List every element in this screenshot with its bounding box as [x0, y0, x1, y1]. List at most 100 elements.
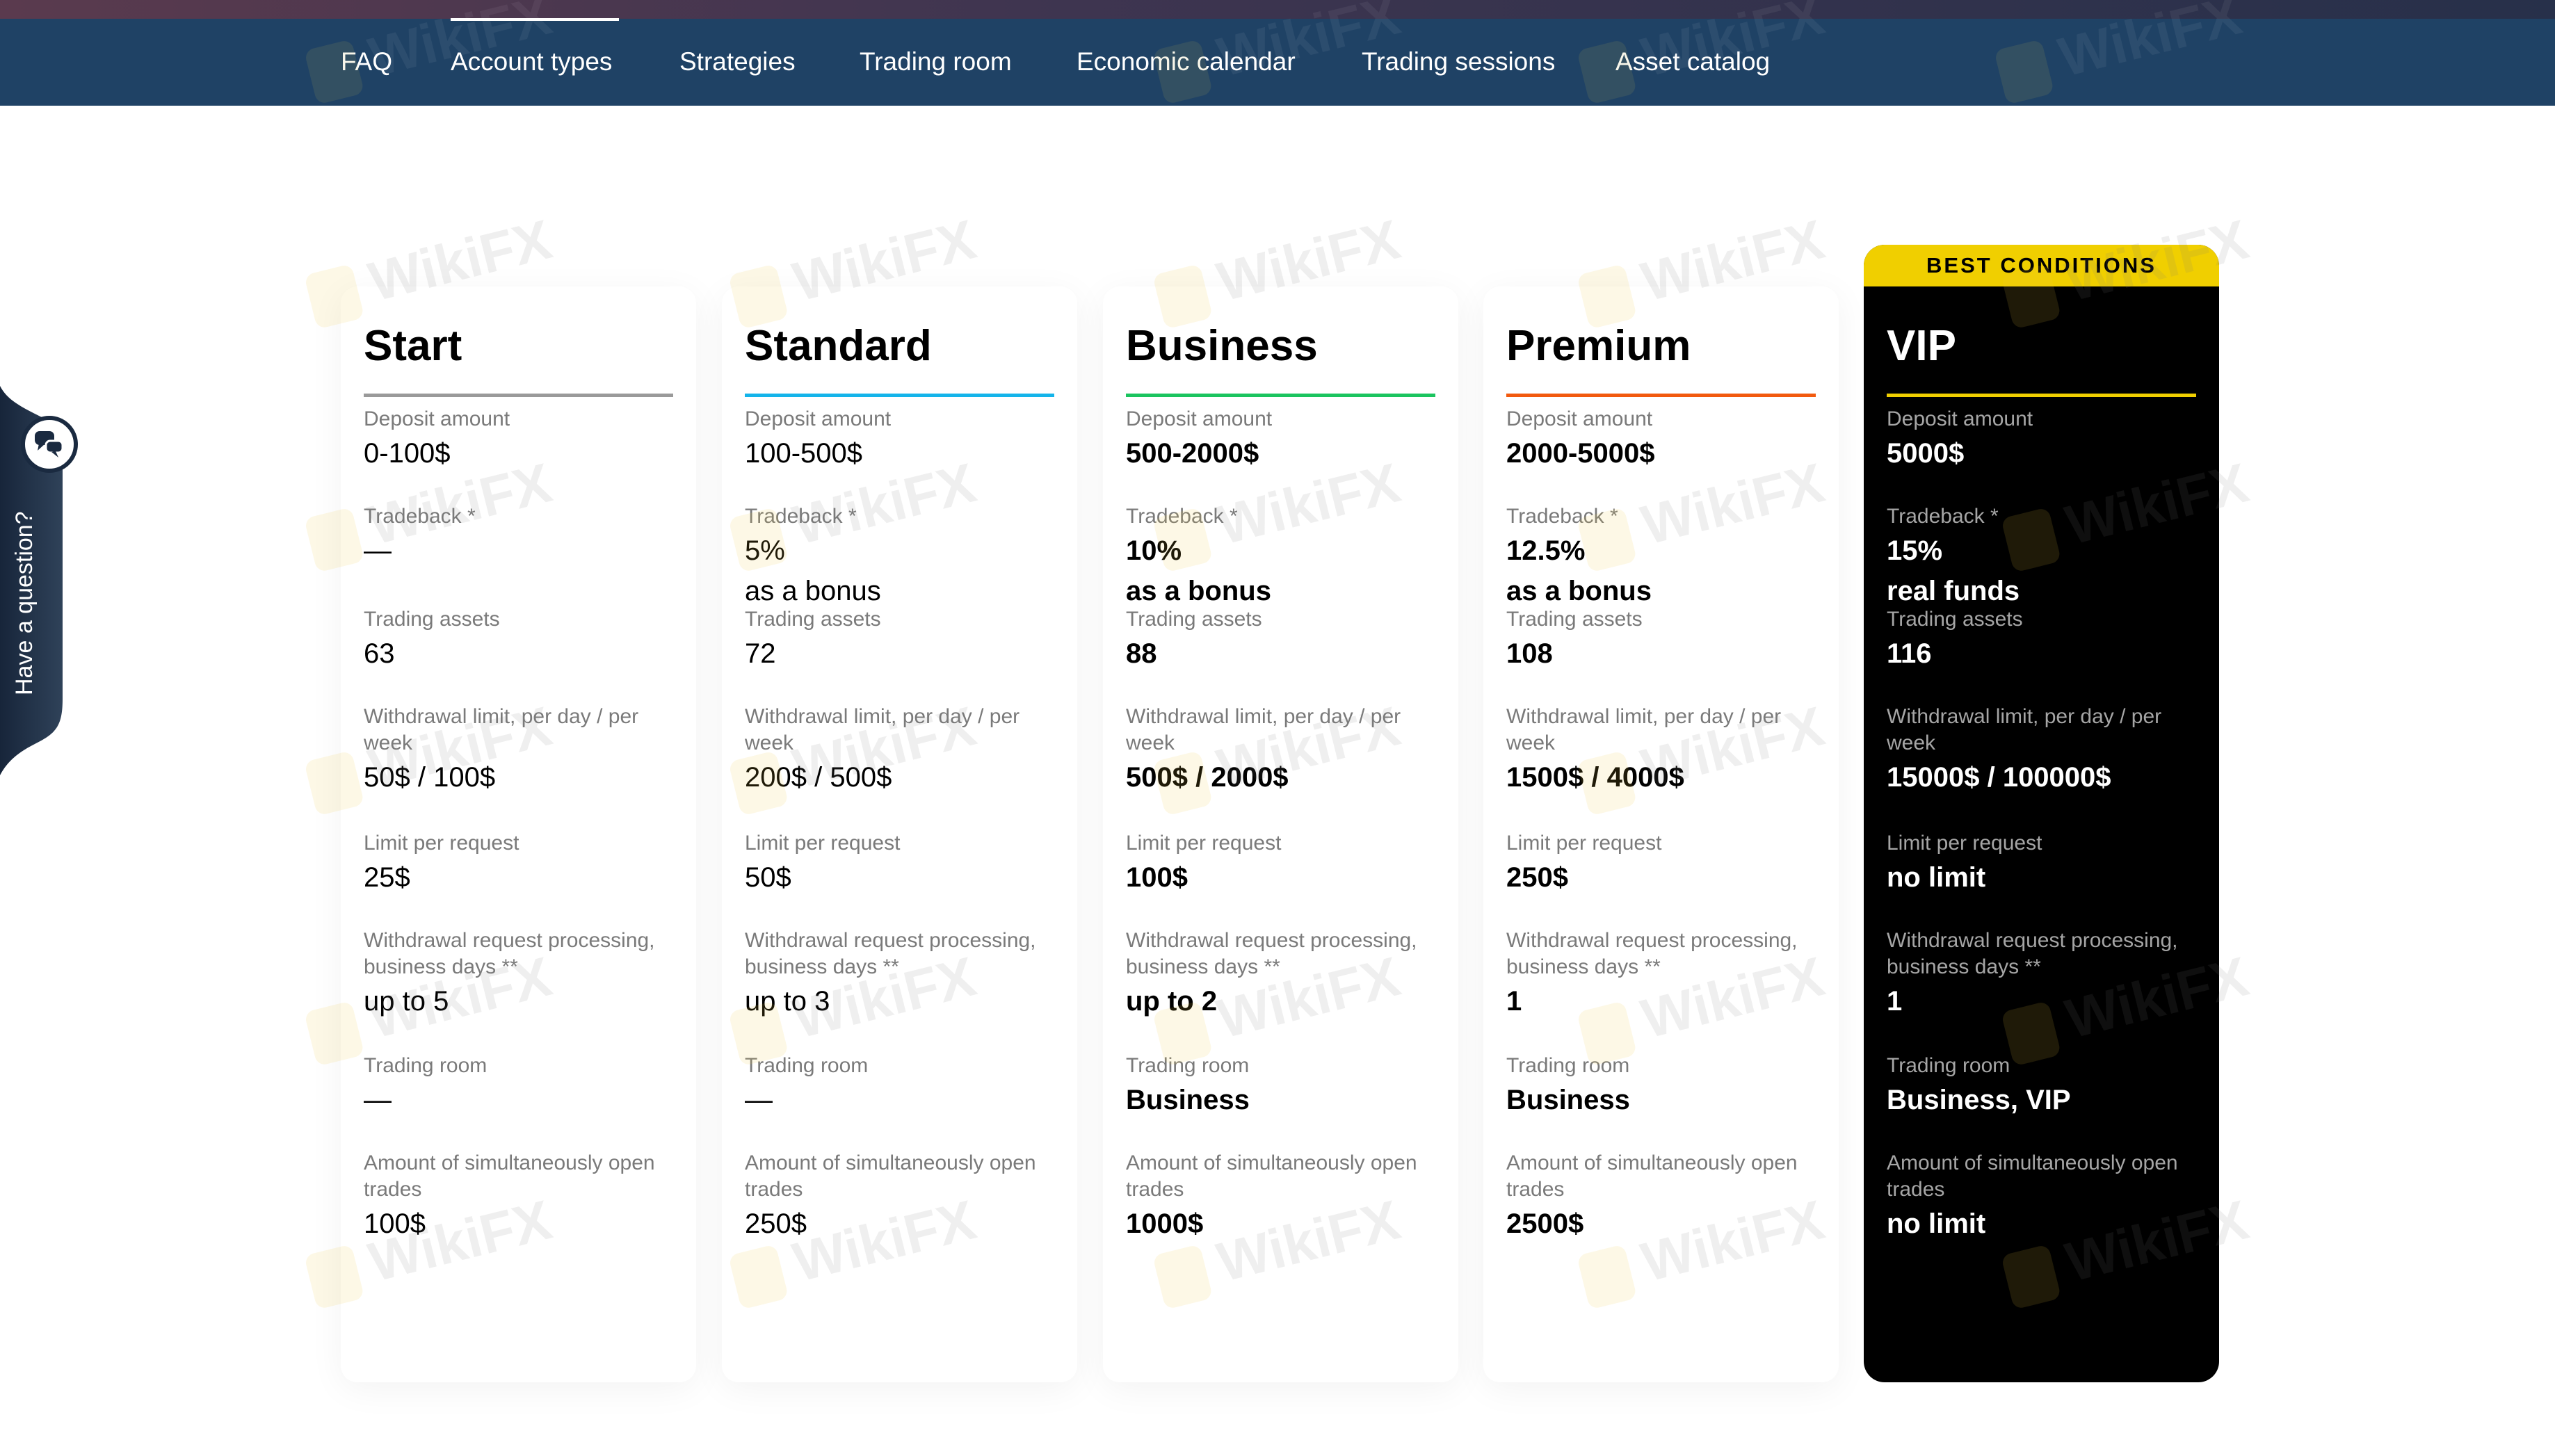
field-label: Withdrawal request processing, business … [364, 929, 655, 978]
card-content: Standard Deposit amount 100-500$ Tradeback … [745, 314, 1054, 1239]
field-value-note: real funds [1887, 576, 2020, 606]
field-value: 108 [1506, 638, 1553, 669]
field-label: Withdrawal request processing, business … [1887, 929, 2178, 978]
field-value: Business [1126, 1085, 1250, 1115]
account-field: Withdrawal request processing, business … [1506, 928, 1816, 1021]
field-value: 10% [1126, 535, 1182, 566]
field-label: Withdrawal request processing, business … [1506, 929, 1798, 978]
field-value-note: as a bonus [745, 576, 881, 606]
account-field: Tradeback * 15% real funds [1887, 503, 2196, 610]
field-value: 5% [745, 535, 785, 566]
field-label: Trading assets [364, 608, 500, 631]
field-value: 1000$ [1126, 1208, 1204, 1239]
nav-item-trading-room[interactable]: Trading room [860, 47, 1012, 77]
field-label: Deposit amount [1126, 407, 1273, 430]
account-field: Withdrawal limit, per day / per week 1500… [1887, 704, 2196, 797]
account-field: Deposit amount 500-2000$ [1126, 406, 1435, 473]
account-accent-rule [745, 394, 1054, 397]
field-label: Deposit amount [745, 407, 892, 430]
account-field: Withdrawal limit, per day / per week 500$… [1126, 704, 1435, 797]
field-value: 15% [1887, 535, 1943, 566]
account-field: Deposit amount 5000$ [1887, 406, 2196, 473]
nav-item-strategies[interactable]: Strategies [679, 47, 796, 77]
account-field: Trading assets 72 [745, 606, 1054, 673]
account-field: Tradeback * 10% as a bonus [1126, 503, 1435, 610]
account-field: Trading assets 108 [1506, 606, 1816, 673]
field-value: 250$ [745, 1208, 807, 1239]
account-card-start: Start Deposit amount 0-100$ Tradeback * — Tra… [341, 286, 696, 1382]
field-label: Trading room [364, 1054, 487, 1077]
account-field: Trading room Business [1126, 1053, 1435, 1119]
account-field: Withdrawal request processing, business … [1887, 928, 2196, 1021]
account-field: Amount of simultaneously open trades 2500… [1506, 1150, 1816, 1243]
nav-item-trading-sessions[interactable]: Trading sessions [1362, 47, 1555, 77]
field-value: 1 [1506, 986, 1522, 1017]
field-value: 50$ / 100$ [364, 762, 496, 793]
account-field: Amount of simultaneously open trades no l… [1887, 1150, 2196, 1243]
field-label: Limit per request [1887, 832, 2042, 855]
field-label: Withdrawal limit, per day / per week [745, 705, 1020, 754]
field-value: 200$ / 500$ [745, 762, 892, 793]
field-label: Trading room [1126, 1054, 1250, 1077]
account-field: Amount of simultaneously open trades 1000… [1126, 1150, 1435, 1243]
card-content: Premium Deposit amount 2000-5000$ Tradeback… [1506, 314, 1816, 1239]
field-value: — [364, 1085, 392, 1115]
field-value: 0-100$ [364, 438, 451, 469]
field-value: 72 [745, 638, 776, 669]
field-value: 500-2000$ [1126, 438, 1259, 469]
account-field: Tradeback * 12.5% as a bonus [1506, 503, 1816, 610]
account-field: Withdrawal request processing, business … [745, 928, 1054, 1021]
account-title: VIP [1887, 322, 1956, 370]
field-label: Trading room [1887, 1054, 2010, 1077]
field-value: 1500$ / 4000$ [1506, 762, 1684, 793]
field-value: 100-500$ [745, 438, 863, 469]
field-label: Withdrawal limit, per day / per week [1126, 705, 1401, 754]
field-value: 2000-5000$ [1506, 438, 1655, 469]
account-accent-rule [1506, 394, 1816, 397]
top-banner-strip [0, 0, 2555, 19]
field-label: Tradeback * [1126, 505, 1238, 528]
account-field: Amount of simultaneously open trades 100$ [364, 1150, 673, 1243]
nav-item-economic-calendar[interactable]: Economic calendar [1077, 47, 1296, 77]
account-field: Trading room — [745, 1053, 1054, 1119]
chat-bubbles-icon [35, 431, 64, 458]
chat-button[interactable] [21, 416, 78, 473]
field-value: 5000$ [1887, 438, 1965, 469]
nav-item-account-types[interactable]: Account types [451, 47, 612, 77]
account-field: Trading assets 63 [364, 606, 673, 673]
account-field: Limit per request 25$ [364, 830, 673, 897]
field-value: 12.5% [1506, 535, 1586, 566]
field-label: Trading room [745, 1054, 869, 1077]
account-title: Premium [1506, 322, 1691, 370]
account-accent-rule [1126, 394, 1435, 397]
field-label: Tradeback * [1887, 505, 1999, 528]
top-navigation: FAQ Account types Strategies Trading roo… [0, 0, 2555, 106]
field-value-note: as a bonus [1126, 576, 1271, 606]
card-content: Business Deposit amount 500-2000$ Tradeback… [1126, 314, 1435, 1239]
field-label: Trading assets [745, 608, 881, 631]
account-field: Trading assets 88 [1126, 606, 1435, 673]
account-field: Withdrawal limit, per day / per week 200$… [745, 704, 1054, 797]
account-field: Limit per request 50$ [745, 830, 1054, 897]
field-value: 2500$ [1506, 1208, 1584, 1239]
field-label: Withdrawal limit, per day / per week [1506, 705, 1782, 754]
account-field: Limit per request no limit [1887, 830, 2196, 897]
field-label: Trading assets [1126, 608, 1262, 631]
account-card-business: Business Deposit amount 500-2000$ Tradeback… [1103, 286, 1458, 1382]
account-field: Limit per request 100$ [1126, 830, 1435, 897]
field-label: Amount of simultaneously open trades [364, 1151, 655, 1201]
card-content: VIP Deposit amount 5000$ Tradeback * 15% real… [1887, 314, 2196, 1239]
field-label: Limit per request [745, 832, 901, 855]
field-value: no limit [1887, 1208, 1986, 1239]
account-title: Start [364, 322, 462, 370]
field-label: Deposit amount [364, 407, 510, 430]
nav-item-asset-catalog[interactable]: Asset catalog [1615, 47, 1770, 77]
field-value: 63 [364, 638, 395, 669]
field-value: 100$ [1126, 862, 1188, 893]
nav-item-faq[interactable]: FAQ [341, 47, 392, 77]
field-label: Deposit amount [1506, 407, 1653, 430]
account-title: Standard [745, 322, 932, 370]
field-value: — [745, 1085, 773, 1115]
account-card-premium: Premium Deposit amount 2000-5000$ Tradeback… [1483, 286, 1839, 1382]
field-value: — [364, 535, 392, 566]
